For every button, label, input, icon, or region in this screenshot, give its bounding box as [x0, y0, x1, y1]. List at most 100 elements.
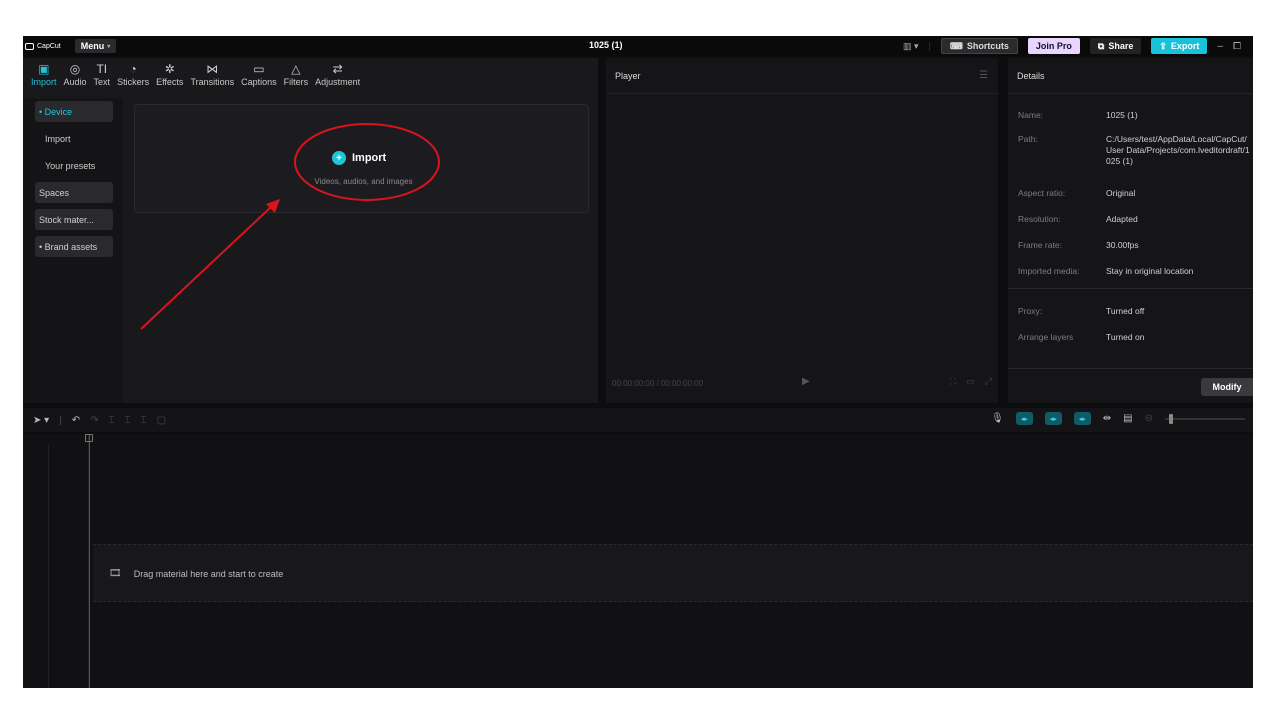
detail-label: Proxy: [1018, 306, 1043, 316]
timeline-toolbar: ➤ ▾ | ↶ ↷ ⌶ ⌶ ⌶ ▢ 🎙 ◂▸ ◂▸ ◂▸ ⇹ ▤ ⊖ [23, 408, 1253, 432]
main-track-magnet-icon[interactable]: ◂▸ [1015, 412, 1033, 425]
join-pro-button[interactable]: Join Pro [1027, 38, 1080, 54]
import-button[interactable]: + Import [332, 151, 386, 165]
zoom-out-icon[interactable]: ⊖ [1145, 413, 1153, 424]
sidebar-item-brand-assets[interactable]: • Brand assets [35, 236, 113, 257]
caption-icon[interactable]: ▤ [1123, 413, 1132, 424]
divider [1008, 288, 1253, 289]
split-icon[interactable]: ⌶ [109, 415, 115, 426]
zoom-slider[interactable] [1165, 413, 1245, 424]
details-panel: Details Name: 1025 (1) Path: C:/Users/test… [1008, 58, 1253, 403]
tab-label: Effects [156, 77, 184, 87]
tab-captions[interactable]: ▭ Captions [241, 58, 277, 87]
auto-snap-icon[interactable]: ◂▸ [1044, 412, 1062, 425]
shortcuts-button[interactable]: ⌨ Shortcuts [940, 38, 1018, 54]
ratio-icon[interactable]: ▭ [966, 376, 975, 387]
divider [48, 444, 49, 688]
tab-label: Text [93, 77, 111, 87]
detail-label: Path: [1018, 134, 1038, 144]
detail-value: Original [1106, 188, 1136, 198]
layout-icon[interactable]: ▥ ▾ [903, 41, 919, 52]
menu-icon[interactable]: ☰ [979, 70, 988, 81]
drop-hint-text: Drag material here and start to create [133, 568, 284, 579]
detail-row-aspect-ratio: Aspect ratio: Original [1018, 188, 1253, 199]
maximize-icon[interactable]: ⧠ [1233, 41, 1241, 52]
shortcuts-label: Shortcuts [966, 41, 1009, 51]
tab-audio[interactable]: ◎ Audio [64, 58, 87, 87]
export-icon: ⇪ [1159, 40, 1167, 51]
track-header-column [23, 434, 89, 688]
media-panel: ▣ Import ◎ Audio TI Text ◔ Stickers ✲ Effects… [23, 58, 598, 403]
tab-filters[interactable]: △ Filters [284, 58, 309, 87]
detail-row-imported-media: Imported media: Stay in original location [1018, 266, 1253, 277]
fit-icon[interactable]: ⛶ [950, 376, 956, 387]
tab-text[interactable]: TI Text [94, 58, 111, 87]
detail-row-resolution: Resolution: Adapted [1018, 214, 1253, 225]
sidebar-item-import[interactable]: Import [35, 128, 113, 149]
tab-label: Import [31, 77, 57, 87]
detail-value: Stay in original location [1106, 266, 1194, 276]
tab-effects[interactable]: ✲ Effects [156, 58, 183, 87]
tab-label: Filters [283, 77, 309, 87]
minimize-icon[interactable]: – [1217, 41, 1223, 52]
detail-value: 30.00fps [1106, 240, 1139, 250]
sidebar-item-device[interactable]: • Device [35, 101, 113, 122]
tab-stickers[interactable]: ◔ Stickers [117, 58, 149, 87]
detail-row-proxy: Proxy: Turned off [1018, 306, 1253, 317]
player-controls: 00:00:00:00 / 00:00:00:00 ▶ ⛶ ▭ ⤢ [606, 373, 998, 393]
undo-icon[interactable]: ↶ [72, 415, 80, 426]
player-right-controls: ⛶ ▭ ⤢ [950, 376, 992, 387]
filters-icon: △ [291, 62, 301, 76]
titlebar-actions: ▥ ▾ | ⌨ Shortcuts Join Pro ⧉ Share ⇪ Exp… [903, 38, 1241, 54]
share-label: Share [1108, 41, 1134, 51]
capcut-window: CapCut Menu ▾ 1025 (1) ▥ ▾ | ⌨ Shortcuts… [23, 36, 1253, 688]
detail-value: Turned off [1106, 306, 1145, 316]
delete-icon[interactable]: ▢ [157, 415, 166, 426]
sidebar-item-your-presets[interactable]: Your presets [35, 155, 113, 176]
split-right-icon[interactable]: ⌶ [141, 415, 147, 426]
linkage-icon[interactable]: ◂▸ [1073, 412, 1091, 425]
tab-label: Stickers [117, 77, 150, 87]
modify-button[interactable]: Modify [1201, 378, 1253, 396]
microphone-icon[interactable]: 🎙 [991, 413, 1004, 424]
split-left-icon[interactable]: ⌶ [125, 415, 131, 426]
media-sidebar: • Device Import Your presets Spaces Stoc… [23, 98, 123, 403]
detail-label: Resolution: [1018, 214, 1061, 224]
detail-label: Aspect ratio: [1018, 188, 1066, 198]
keyboard-icon: ⌨ [949, 40, 963, 51]
menu-label: Menu [80, 41, 105, 51]
redo-icon[interactable]: ↷ [90, 415, 98, 426]
preview-axis-icon[interactable]: ⇹ [1103, 413, 1111, 424]
chevron-down-icon: ▾ [107, 43, 111, 50]
fullscreen-icon[interactable]: ⤢ [985, 376, 992, 387]
timecode: 00:00:00:00 / 00:00:00:00 [612, 378, 704, 388]
details-title: Details [1017, 70, 1045, 81]
select-tool-icon[interactable]: ➤ ▾ [33, 415, 49, 426]
main-track-drop-area[interactable]: 🎞 Drag material here and start to create [93, 544, 1253, 602]
adjustment-icon: ⇄ [332, 62, 343, 76]
sidebar-item-stock-material[interactable]: Stock mater... [35, 209, 113, 230]
import-drop-zone[interactable]: + Import Videos, audios, and images [134, 104, 589, 213]
zoom-slider-handle[interactable] [1169, 413, 1173, 424]
captions-icon: ▭ [253, 62, 265, 76]
share-button[interactable]: ⧉ Share [1089, 38, 1142, 54]
export-button[interactable]: ⇪ Export [1151, 38, 1208, 54]
divider: | [928, 41, 931, 51]
tab-adjustment[interactable]: ⇄ Adjustment [315, 58, 360, 87]
detail-label: Name: [1018, 110, 1044, 120]
plus-icon: + [332, 151, 346, 165]
tab-transitions[interactable]: ⋈ Transitions [190, 58, 234, 87]
detail-row-path: Path: C:/Users/test/AppData/Local/CapCut/… [1018, 134, 1251, 167]
sidebar-item-spaces[interactable]: Spaces [35, 182, 113, 203]
tab-label: Audio [63, 77, 87, 87]
menu-button[interactable]: Menu ▾ [74, 39, 117, 53]
play-icon[interactable]: ▶ [802, 376, 810, 387]
detail-row-arrange-layers: Arrange layers Turned on [1018, 332, 1253, 343]
detail-value: Turned on [1106, 332, 1145, 342]
export-label: Export [1170, 41, 1200, 51]
playhead[interactable] [89, 434, 90, 688]
title-bar: CapCut Menu ▾ 1025 (1) ▥ ▾ | ⌨ Shortcuts… [23, 36, 1253, 56]
playhead-handle[interactable] [85, 434, 93, 442]
tab-import[interactable]: ▣ Import [31, 58, 57, 87]
capcut-logo-icon [25, 42, 34, 50]
